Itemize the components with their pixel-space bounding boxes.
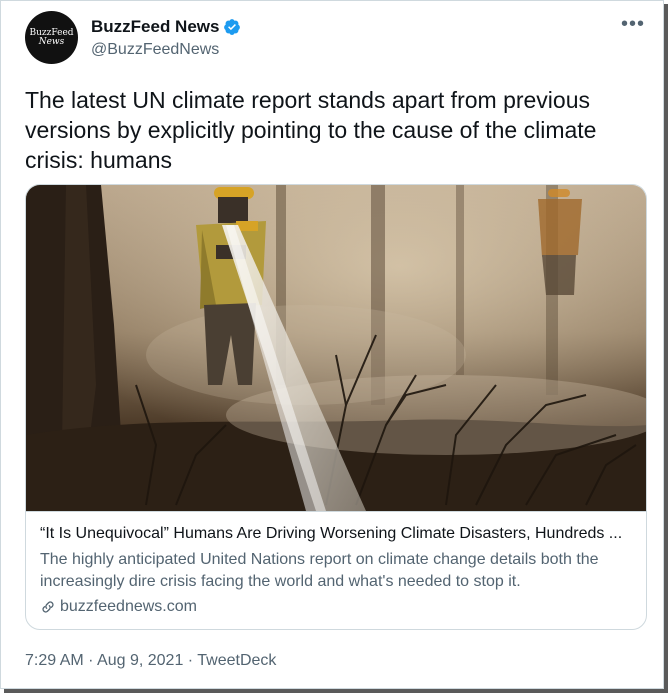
link-icon	[42, 601, 54, 613]
tweet-timestamp[interactable]: 7:29 AM · Aug 9, 2021 · TweetDeck	[25, 652, 276, 670]
card-domain[interactable]: buzzfeednews.com	[40, 598, 632, 616]
card-info: “It Is Unequivocal” Humans Are Driving W…	[26, 511, 646, 629]
account-handle[interactable]: @BuzzFeedNews	[91, 41, 219, 59]
card-domain-text: buzzfeednews.com	[60, 598, 197, 615]
tweet-embed: BuzzFeed News BuzzFeed News @BuzzFeedNew…	[0, 0, 664, 689]
card-title[interactable]: “It Is Unequivocal” Humans Are Driving W…	[40, 524, 632, 544]
more-options-icon[interactable]: •••	[621, 13, 645, 36]
card-description: The highly anticipated United Nations re…	[40, 551, 599, 590]
verified-badge-icon	[224, 19, 241, 35]
avatar[interactable]: BuzzFeed News	[25, 11, 78, 64]
display-name[interactable]: BuzzFeed News	[91, 17, 219, 37]
name-row: BuzzFeed News	[91, 17, 241, 37]
link-card[interactable]: “It Is Unequivocal” Humans Are Driving W…	[25, 184, 647, 630]
firefighters-spraying-water-on-smoky-forest-photo	[26, 185, 646, 511]
tweet-header: BuzzFeed News BuzzFeed News @BuzzFeedNew…	[25, 11, 645, 67]
tweet-text: The latest UN climate report stands apar…	[25, 87, 597, 173]
avatar-text-line2: News	[38, 36, 65, 47]
